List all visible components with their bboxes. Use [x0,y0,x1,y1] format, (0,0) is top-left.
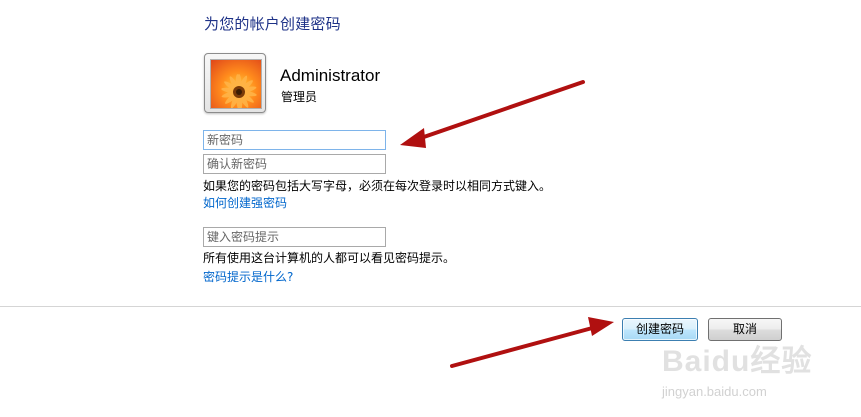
footer-divider [0,306,861,307]
user-name: Administrator [280,66,381,85]
strong-password-link[interactable]: 如何创建强密码 [203,194,287,211]
baidu-watermark: Baidu经验 jingyan.baidu.com [640,336,850,406]
arrow-to-new-password [400,80,585,148]
confirm-password-input[interactable] [203,154,386,174]
user-avatar [204,53,266,113]
watermark-url: jingyan.baidu.com [662,384,767,399]
arrow-to-create-button [450,317,614,368]
case-sensitivity-note: 如果您的密码包括大写字母，必须在每次登录时以相同方式键入。 [203,179,552,193]
page-title: 为您的帐户创建密码 [204,15,341,33]
flower-icon [210,59,262,109]
new-password-input[interactable] [203,130,386,150]
password-hint-input[interactable] [203,227,386,247]
hint-visibility-note: 所有使用这台计算机的人都可以看见密码提示。 [203,251,456,265]
user-role: 管理员 [281,90,318,104]
password-hint-help-link[interactable]: 密码提示是什么? [203,268,293,285]
watermark-brand: Baidu经验 [662,345,813,378]
